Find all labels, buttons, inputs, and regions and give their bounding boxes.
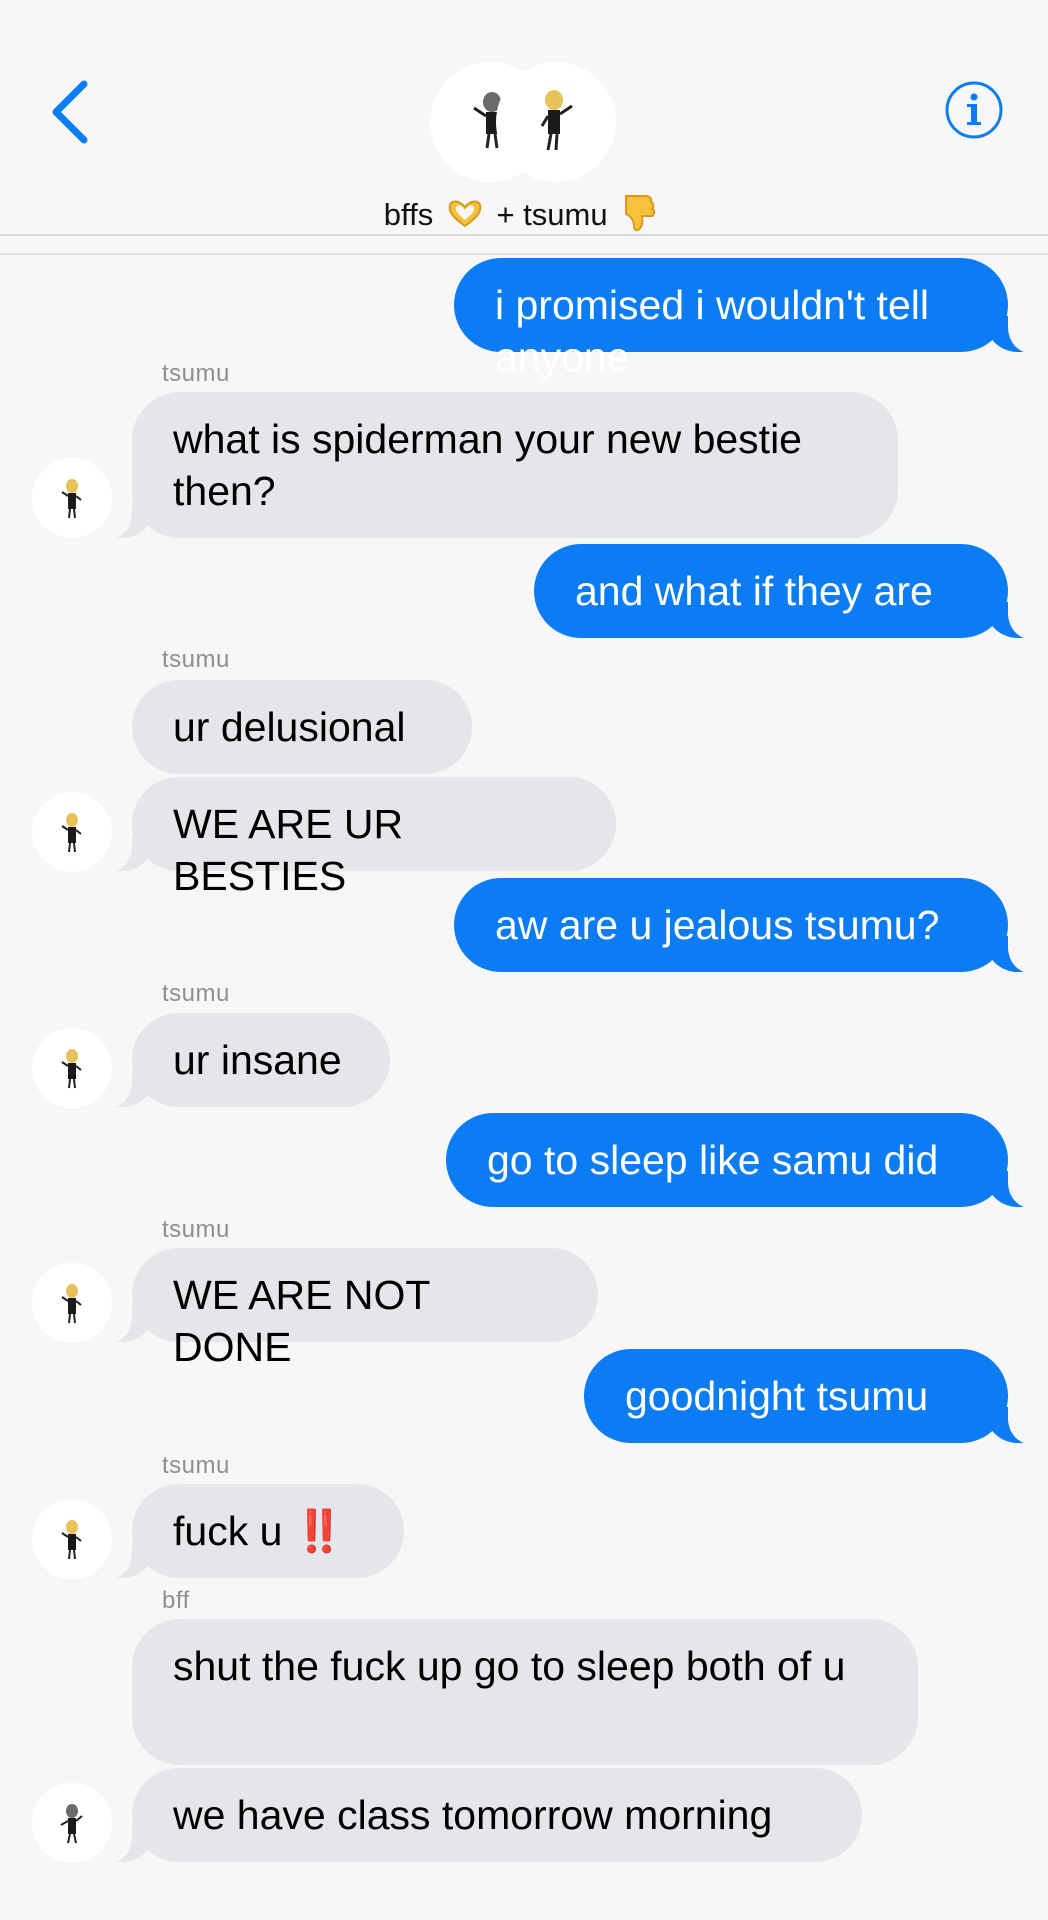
message-bubble-outgoing[interactable]: goodnight tsumu	[584, 1349, 1042, 1444]
sender-avatar[interactable]	[32, 1783, 112, 1863]
group-name-suffix: + tsumu	[496, 197, 608, 233]
info-icon	[945, 81, 1003, 139]
message-bubble-incoming[interactable]: what is spiderman your new bestie then?	[98, 392, 898, 539]
sender-avatar[interactable]	[32, 1028, 112, 1108]
sender-name: bff	[162, 1587, 190, 1614]
message-bubble-incoming[interactable]: we have class tomorrow morning	[98, 1768, 862, 1863]
message-text: WE ARE NOT DONE	[173, 1272, 430, 1370]
group-avatar[interactable]	[430, 62, 616, 182]
sender-name: tsumu	[162, 1216, 230, 1243]
sender-avatar[interactable]	[32, 1499, 112, 1579]
conversation-header: bffs + tsumu	[0, 0, 1048, 236]
message-text: what is spiderman your new bestie then?	[173, 416, 802, 514]
message-text: ur insane	[173, 1037, 342, 1083]
message-bubble-incoming[interactable]: WE ARE UR BESTIES	[98, 777, 616, 899]
chevron-left-icon	[52, 80, 88, 144]
sender-avatar[interactable]	[32, 458, 112, 538]
message-bubble-incoming[interactable]: shut the fuck up go to sleep both of u	[132, 1619, 918, 1765]
back-button[interactable]	[40, 70, 100, 150]
info-button[interactable]	[944, 80, 1004, 140]
message-bubble-outgoing[interactable]: and what if they are	[534, 544, 1042, 639]
message-text: WE ARE UR BESTIES	[173, 801, 404, 899]
message-bubble-incoming[interactable]: ur delusional	[132, 680, 472, 774]
sender-name: tsumu	[162, 1452, 230, 1479]
message-bubble-outgoing[interactable]: go to sleep like samu did	[446, 1113, 1042, 1208]
message-bubble-incoming[interactable]: WE ARE NOT DONE	[98, 1248, 598, 1370]
message-text: goodnight tsumu	[625, 1373, 929, 1419]
double-exclamation-icon: ‼️	[293, 1508, 345, 1554]
message-text: we have class tomorrow morning	[173, 1792, 773, 1838]
message-bubble-outgoing[interactable]: i promised i wouldn't tell anyone	[454, 258, 1042, 380]
message-text: ur delusional	[173, 704, 406, 750]
message-bubble-outgoing[interactable]: aw are u jealous tsumu?	[454, 878, 1042, 973]
sender-name: tsumu	[162, 360, 230, 387]
message-bubble-incoming[interactable]: ur insane	[98, 1013, 390, 1108]
sender-name: tsumu	[162, 646, 230, 673]
message-text: aw are u jealous tsumu?	[495, 902, 940, 948]
message-text: go to sleep like samu did	[487, 1137, 939, 1183]
sender-name: tsumu	[162, 980, 230, 1007]
sender-avatar[interactable]	[32, 1263, 112, 1343]
member-avatar	[496, 62, 616, 182]
header-divider	[0, 253, 1048, 255]
message-bubble-incoming[interactable]: fuck u ‼️	[98, 1484, 404, 1579]
header-divider	[0, 234, 1048, 236]
group-name-text: bffs	[383, 197, 434, 233]
message-text: shut the fuck up go to sleep both of u	[173, 1643, 846, 1689]
heart-hands-icon	[446, 198, 484, 236]
message-text: i promised i wouldn't tell anyone	[495, 282, 929, 380]
message-text: and what if they are	[575, 568, 933, 614]
sender-avatar[interactable]	[32, 792, 112, 872]
message-text: fuck u	[173, 1508, 283, 1554]
